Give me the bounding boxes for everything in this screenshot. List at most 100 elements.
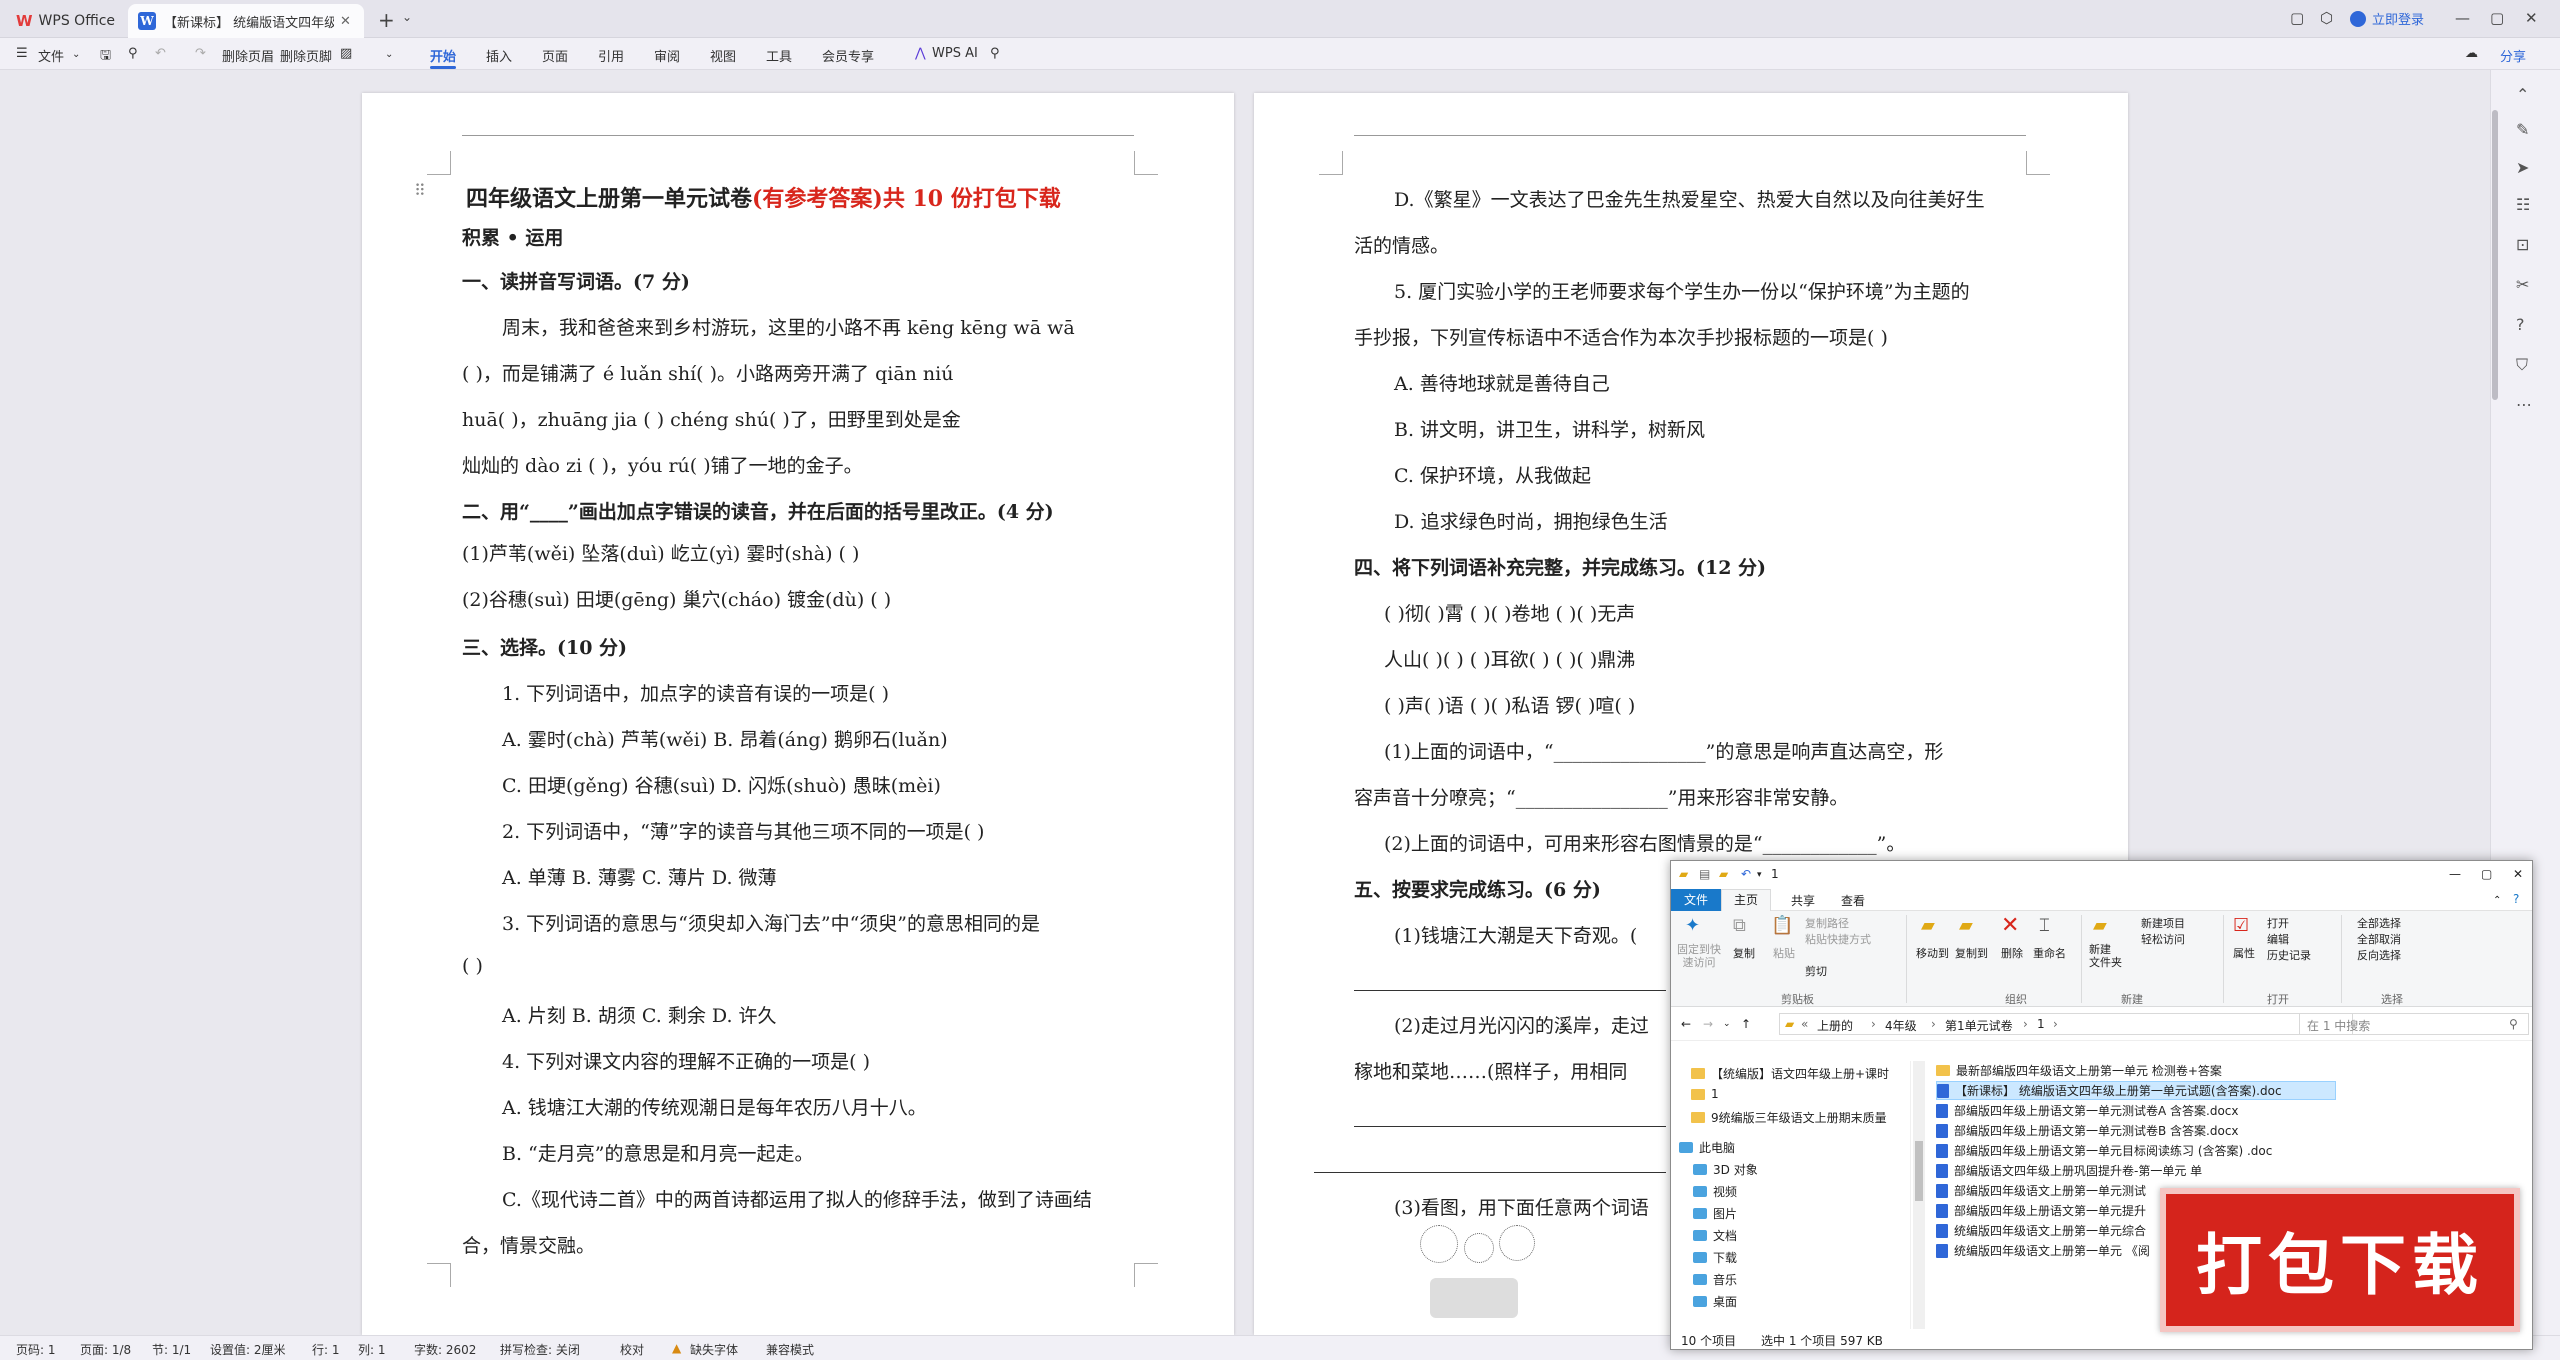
edit-button[interactable]: 编辑 [2267, 931, 2289, 947]
paste-shortcut-button[interactable]: 粘贴快捷方式 [1805, 931, 1871, 947]
delete-button[interactable]: 删除 [2001, 945, 2023, 961]
nav-item[interactable]: 下载 [1693, 1249, 1737, 1266]
quick-access-chevron-icon[interactable]: ▾ [1757, 870, 1762, 880]
copy-path-button[interactable]: 复制路径 [1805, 915, 1849, 931]
maximize-icon[interactable]: ▢ [2490, 9, 2504, 27]
explorer-tab-view[interactable]: 查看 [1841, 892, 1865, 909]
cube-icon[interactable]: ⬡ [2320, 9, 2333, 27]
back-icon[interactable]: ← [1681, 1017, 1691, 1031]
pin-button[interactable]: 固定到快 速访问 [1677, 943, 1721, 969]
close-window-icon[interactable]: ✕ [2525, 9, 2538, 27]
tab-insert[interactable]: 插入 [486, 46, 512, 65]
nav-item[interactable]: 视频 [1693, 1183, 1737, 1200]
invert-selection-button[interactable]: 反向选择 [2357, 947, 2401, 963]
status-page[interactable]: 页面: 1/8 [80, 1341, 131, 1358]
properties-quick-icon[interactable]: ▤ [1699, 867, 1710, 881]
cut-button[interactable]: 剪切 [1805, 963, 1827, 979]
download-package-badge[interactable]: 打包下载 [2160, 1188, 2520, 1332]
explorer-search-icon[interactable]: ⚲ [2509, 1017, 2518, 1031]
nav-scrollbar-thumb[interactable] [1915, 1141, 1923, 1201]
delete-icon[interactable]: ✕ [2001, 913, 2019, 938]
file-row[interactable]: 部编版四年级语文上册第一单元测试 [1936, 1181, 2146, 1200]
delete-header-button[interactable]: 删除页眉 [222, 46, 274, 65]
copy-icon[interactable]: ⧉ [1733, 915, 1746, 936]
status-proofread[interactable]: 校对 [620, 1341, 644, 1358]
select-all-button[interactable]: 全部选择 [2357, 915, 2401, 931]
help-icon[interactable]: ? [2516, 315, 2525, 334]
vertical-scrollbar[interactable] [2492, 110, 2498, 400]
pen-icon[interactable]: ✎ [2516, 120, 2529, 139]
tab-review[interactable]: 审阅 [654, 46, 680, 65]
shield-icon[interactable]: ⛉ [2516, 355, 2528, 375]
nav-item[interactable]: 1 [1691, 1087, 1719, 1101]
image-edit-icon[interactable]: ⊡ [2516, 235, 2529, 254]
copy-to-icon[interactable]: ▰ [1959, 915, 1973, 936]
explorer-tab-file[interactable]: 文件 [1671, 889, 1721, 911]
redo-icon[interactable]: ↷ [195, 46, 206, 61]
file-row[interactable]: 部编版四年级上册语文第一单元测试卷B 含答案.docx [1936, 1121, 2239, 1140]
explorer-tab-home[interactable]: 主页 [1721, 889, 1771, 911]
nav-item[interactable]: 文档 [1693, 1227, 1737, 1244]
up-icon[interactable]: ↑ [1741, 1017, 1751, 1031]
explorer-maximize-icon[interactable]: ▢ [2481, 867, 2492, 881]
more-icon[interactable]: ⋯ [2516, 395, 2532, 414]
file-row[interactable]: 部编版四年级上册语文第一单元提升 [1936, 1201, 2146, 1220]
drag-handle-icon[interactable]: ⠿ [414, 181, 426, 200]
paste-icon[interactable]: 📋 [1771, 915, 1793, 936]
breadcrumb-item[interactable]: 4年级 [1885, 1017, 1917, 1034]
address-path-box[interactable] [1779, 1013, 2353, 1035]
status-col[interactable]: 列: 1 [358, 1341, 386, 1358]
tab-reference[interactable]: 引用 [598, 46, 624, 65]
pin-icon[interactable]: ✦ [1685, 915, 1700, 936]
delete-footer-button[interactable]: 删除页脚 [280, 46, 332, 65]
breadcrumb-item[interactable]: 上册的 [1817, 1017, 1853, 1034]
explorer-tab-share[interactable]: 共享 [1791, 892, 1815, 909]
nav-scrollbar[interactable] [1913, 1061, 1925, 1329]
file-row[interactable]: 部编版四年级上册语文第一单元测试卷A 含答案.docx [1936, 1101, 2239, 1120]
file-menu[interactable]: 文件 [38, 46, 64, 65]
share-button[interactable]: 分享 [2500, 46, 2526, 65]
copy-button[interactable]: 复制 [1733, 945, 1755, 961]
tab-home[interactable]: 开始 [430, 46, 456, 65]
ribbon-collapse-chevron-icon[interactable]: ⌃ [2493, 895, 2501, 906]
tab-close-icon[interactable]: ✕ [340, 14, 351, 29]
layout-icon[interactable]: ▢ [2290, 9, 2304, 27]
menu-icon[interactable]: ☰ [16, 46, 28, 61]
search-icon[interactable]: ⚲ [990, 46, 1000, 61]
sliders-icon[interactable]: ☷ [2516, 195, 2530, 214]
minimize-icon[interactable]: — [2455, 9, 2470, 27]
new-item-button[interactable]: 新建项目 [2141, 915, 2185, 931]
file-row[interactable]: 部编版语文四年级上册巩固提升卷-第一单元 单 [1936, 1161, 2202, 1180]
recent-chevron-icon[interactable]: ⌄ [1723, 1019, 1731, 1029]
status-section[interactable]: 节: 1/1 [152, 1341, 191, 1358]
rename-icon[interactable]: ⌶ [2039, 915, 2050, 936]
collapse-icon[interactable]: ⌃ [2516, 85, 2529, 104]
tab-member[interactable]: 会员专享 [822, 46, 874, 65]
address-overflow-icon[interactable]: « [1801, 1017, 1808, 1031]
file-row[interactable]: 最新部编版四年级语文上册第一单元 检测卷+答案 [1936, 1061, 2222, 1080]
easy-access-button[interactable]: 轻松访问 [2141, 931, 2185, 947]
picture-icon[interactable]: ▨ [340, 46, 352, 61]
breadcrumb-item[interactable]: 第1单元试卷 [1945, 1017, 2013, 1034]
explorer-minimize-icon[interactable]: — [2449, 867, 2461, 881]
file-row[interactable]: 统编版四年级语文上册第一单元综合 [1936, 1221, 2146, 1240]
properties-icon[interactable]: ☑ [2233, 915, 2249, 936]
tab-tools[interactable]: 工具 [766, 46, 792, 65]
status-compat-mode[interactable]: 兼容模式 [766, 1341, 814, 1358]
history-button[interactable]: 历史记录 [2267, 947, 2311, 963]
tab-page[interactable]: 页面 [542, 46, 568, 65]
new-folder-icon[interactable]: ▰ [2093, 915, 2107, 936]
nav-item[interactable]: 【统编版】语文四年级上册+课时 [1691, 1065, 1889, 1082]
login-button[interactable]: 立即登录 [2350, 9, 2424, 28]
forward-icon[interactable]: → [1703, 1017, 1713, 1031]
breadcrumb-item[interactable]: 1 [2037, 1017, 2045, 1031]
new-folder-quick-icon[interactable]: ▰ [1719, 867, 1728, 881]
file-menu-chevron-icon[interactable]: ⌄ [72, 49, 80, 60]
explorer-help-icon[interactable]: ? [2513, 892, 2519, 906]
format-painter-icon[interactable]: ⚲ [128, 46, 138, 61]
move-to-icon[interactable]: ▰ [1921, 915, 1935, 936]
nav-item[interactable]: 音乐 [1693, 1271, 1737, 1288]
save-icon[interactable]: 🖫 [100, 46, 111, 68]
explorer-close-icon[interactable]: ✕ [2513, 867, 2523, 881]
file-row-selected[interactable]: 【新课标】 统编版语文四年级上册第一单元试题(含答案).doc [1936, 1081, 2336, 1100]
